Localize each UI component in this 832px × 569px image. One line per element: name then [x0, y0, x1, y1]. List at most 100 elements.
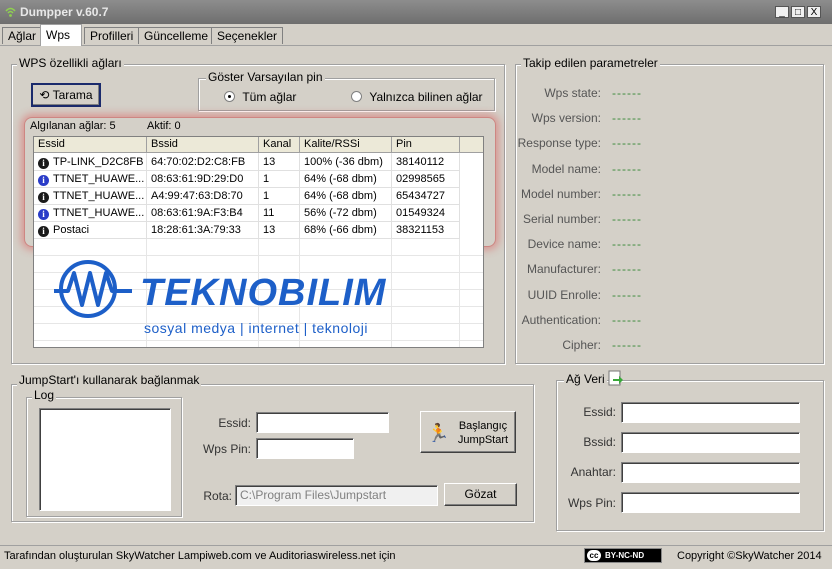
log-title: Log	[32, 388, 57, 402]
param-label: Wps state:	[544, 86, 601, 100]
cell-text: Postaci	[53, 224, 90, 236]
cell-text: 13	[263, 156, 276, 168]
cell-pin: 65434727	[392, 188, 460, 205]
export-icon[interactable]	[607, 370, 624, 387]
networks-table[interactable]: Essid Bssid Kanal Kalite/RSSi Pin i TP-LI…	[33, 136, 484, 348]
net-key-input[interactable]	[621, 462, 800, 483]
cell-pin: 02998565	[392, 171, 460, 188]
cell-text: 38140112	[396, 156, 445, 168]
net-essid-label: Essid:	[583, 405, 616, 419]
browse-button[interactable]: Gözat	[444, 483, 517, 506]
cc-license-badge[interactable]: cc BY-NC-ND	[584, 548, 662, 563]
net-pin-input[interactable]	[621, 492, 800, 513]
table-row[interactable]: i TTNET_HUAWE... 08:63:61:9A:F3:B4 11 56% (-…	[34, 205, 483, 222]
cell-pin: 01549324	[392, 205, 460, 222]
net-data-title: Ağ Veri	[564, 372, 607, 386]
net-bssid-input[interactable]	[621, 432, 800, 453]
cc-icon: cc	[587, 550, 601, 561]
wps-group-title: WPS özellikli ağları	[17, 56, 124, 70]
param-label: Serial number:	[522, 212, 601, 226]
net-key-label: Anahtar:	[570, 465, 616, 479]
col-channel[interactable]: Kanal	[259, 137, 300, 153]
table-row[interactable]: i Postaci 18:28:61:3A:79:33 13 68% (-66 dbm)…	[34, 222, 483, 239]
watermark-brand: TEKNOBILIM	[140, 272, 387, 314]
cell-bssid: 64:70:02:D2:C8:FB	[147, 154, 259, 171]
cell-text: 56% (-72 dbm)	[304, 207, 377, 219]
table-row[interactable]: i TTNET_HUAWE... 08:63:61:9D:29:D0 1 64% (-6…	[34, 171, 483, 188]
close-button[interactable]: X	[807, 6, 821, 18]
param-value: ------	[612, 237, 642, 252]
radio-all-networks[interactable]: Tüm ağlar	[224, 90, 296, 104]
cell-kanal: 1	[259, 171, 300, 188]
cell-bssid: 18:28:61:3A:79:33	[147, 222, 259, 239]
col-essid[interactable]: Essid	[34, 137, 147, 153]
path-label: Rota:	[203, 489, 232, 503]
scan-refresh-icon: ⟲	[39, 88, 50, 102]
cell-kalite: 68% (-66 dbm)	[300, 222, 392, 239]
radio-all-label: Tüm ağlar	[242, 90, 297, 104]
jumpstart-essid-input[interactable]	[256, 412, 389, 433]
net-bssid-label: Bssid:	[583, 435, 616, 449]
net-pin-label: Wps Pin:	[567, 496, 616, 510]
col-pin[interactable]: Pin	[392, 137, 460, 153]
cell-text: A4:99:47:63:D8:70	[151, 190, 243, 202]
param-label: Cipher:	[562, 338, 601, 352]
start-jumpstart-button[interactable]: 🏃 Başlangıç JumpStart	[420, 411, 516, 453]
radio-known-networks[interactable]: Yalnızca bilinen ağlar	[351, 90, 483, 104]
show-pin-title: Göster Varsayılan pin	[206, 70, 325, 84]
maximize-button[interactable]: □	[791, 6, 805, 18]
param-label: Response type:	[517, 136, 601, 151]
param-value: ------	[612, 287, 642, 302]
cell-text: TTNET_HUAWE...	[53, 190, 145, 202]
grid-hline	[34, 255, 483, 256]
cell-bssid: 08:63:61:9D:29:D0	[147, 171, 259, 188]
tab-strip-line	[0, 45, 832, 46]
param-value: ------	[612, 86, 642, 100]
cell-text: 68% (-66 dbm)	[304, 224, 377, 236]
scan-button[interactable]: ⟲ Tarama	[31, 83, 101, 107]
radio-known-label: Yalnızca bilinen ağlar	[369, 90, 483, 104]
cell-essid: i TTNET_HUAWE...	[34, 188, 147, 205]
col-quality[interactable]: Kalite/RSSi	[300, 137, 392, 153]
info-icon: i	[38, 226, 49, 237]
cell-kanal: 13	[259, 222, 300, 239]
teknobilim-logo-icon	[54, 260, 132, 318]
cc-badge-label: BY-NC-ND	[605, 551, 645, 560]
grid-hline	[34, 340, 483, 341]
param-value: ------	[612, 338, 642, 352]
cell-text: 64:70:02:D2:C8:FB	[151, 156, 246, 168]
cell-text: 1	[263, 190, 270, 202]
cell-essid: i TTNET_HUAWE...	[34, 205, 147, 222]
info-icon: i	[38, 158, 49, 169]
running-man-icon: 🏃	[427, 423, 450, 443]
col-filler	[460, 137, 483, 153]
path-input[interactable]: C:\Program Files\Jumpstart	[235, 485, 438, 506]
tab-networks[interactable]: Ağlar	[2, 27, 43, 44]
log-textarea[interactable]	[39, 408, 171, 511]
minimize-button[interactable]: _	[775, 6, 789, 18]
cell-kanal: 13	[259, 154, 300, 171]
detected-count: Algılanan ağlar: 5	[30, 120, 116, 132]
param-label: UUID Enrolle:	[527, 287, 601, 302]
status-credits: Tarafından oluşturulan SkyWatcher Lampiw…	[4, 550, 396, 562]
cell-kalite: 56% (-72 dbm)	[300, 205, 392, 222]
wps-pin-label: Wps Pin:	[202, 442, 251, 456]
jumpstart-pin-input[interactable]	[256, 438, 354, 459]
tab-update[interactable]: Güncelleme	[138, 27, 215, 44]
tab-options[interactable]: Seçenekler	[211, 27, 284, 44]
param-value: ------	[612, 312, 642, 327]
tab-profiles[interactable]: Profilleri	[84, 27, 140, 44]
cell-bssid: 08:63:61:9A:F3:B4	[147, 205, 259, 222]
param-label: Manufacturer:	[526, 262, 601, 277]
window-title: Dumpper v.60.7	[20, 5, 109, 19]
info-icon: i	[38, 175, 49, 186]
param-value: ------	[612, 262, 642, 277]
table-row[interactable]: i TTNET_HUAWE... A4:99:47:63:D8:70 1 64% (-6…	[34, 188, 483, 205]
cell-text: TP-LINK_D2C8FB	[53, 156, 144, 168]
col-bssid[interactable]: Bssid	[147, 137, 259, 153]
table-row[interactable]: i TP-LINK_D2C8FB 64:70:02:D2:C8:FB 13 100% (…	[34, 154, 483, 171]
param-label: Model name:	[531, 161, 601, 176]
cell-text: 100% (-36 dbm)	[304, 156, 383, 168]
net-essid-input[interactable]	[621, 402, 800, 423]
tab-wps[interactable]: Wps	[40, 24, 82, 46]
